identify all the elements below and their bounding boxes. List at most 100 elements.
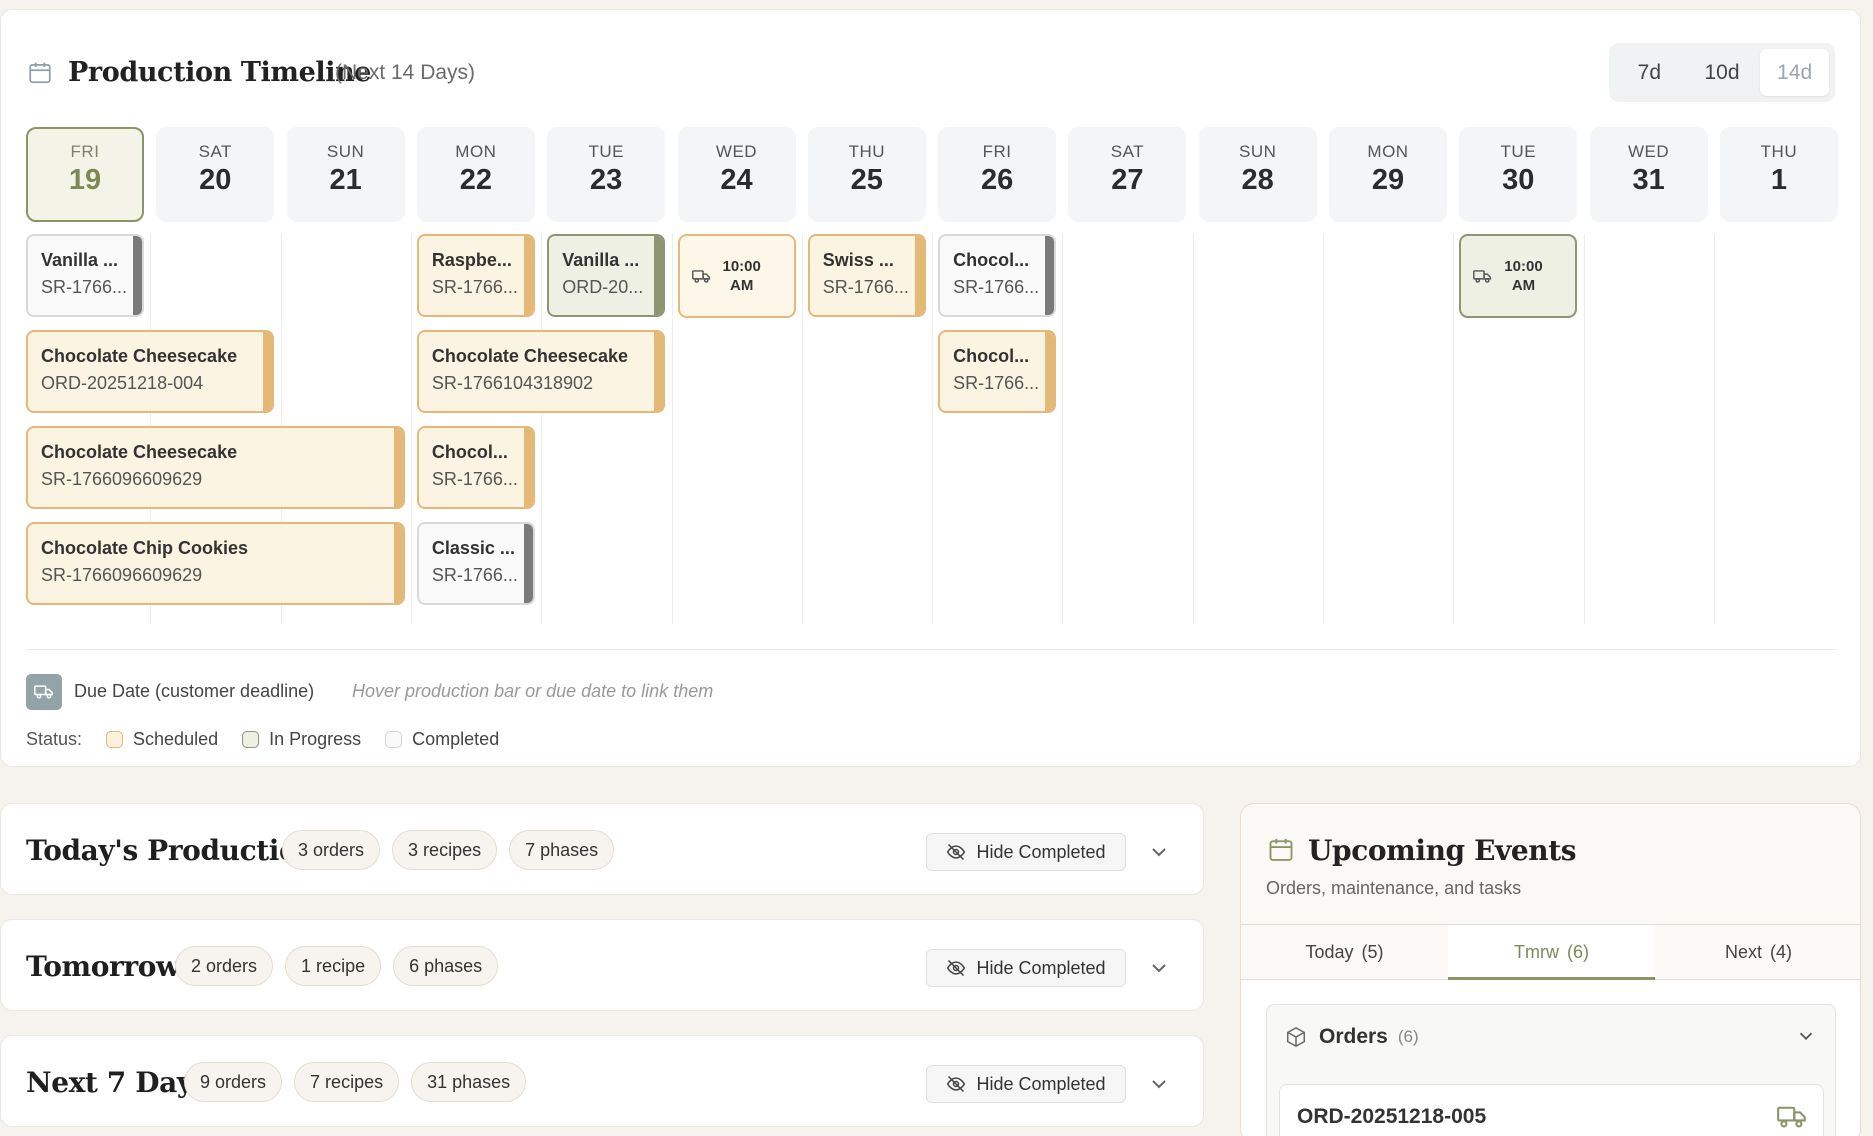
day-number: 27	[1111, 164, 1144, 196]
orders-group: Orders (6) ORD-20251218-005	[1266, 1004, 1836, 1136]
production-bar[interactable]: Raspbe... SR-1766...	[416, 234, 535, 317]
hide-completed-label: Hide Completed	[976, 841, 1106, 862]
eye-off-icon	[947, 959, 966, 977]
tab-label: Tmrw	[1514, 941, 1559, 962]
orders-group-header[interactable]: Orders (6)	[1267, 1005, 1835, 1069]
day-column-8[interactable]: SAT 27	[1068, 127, 1187, 222]
day-column-3[interactable]: MON 22	[416, 127, 535, 222]
bar-reference: SR-1766...	[953, 373, 1040, 393]
tab-count: (6)	[1566, 941, 1589, 962]
bar-title: Chocolate Cheesecake	[431, 346, 628, 366]
order-card[interactable]: ORD-20251218-005	[1279, 1084, 1824, 1136]
day-number: 25	[850, 164, 883, 196]
range-10d-button[interactable]: 10d	[1688, 49, 1757, 96]
due-time: 10:00 AM	[1504, 258, 1543, 294]
completed-swatch	[385, 731, 403, 748]
day-of-week: SAT	[198, 142, 232, 161]
chevron-down-icon[interactable]	[1147, 840, 1171, 864]
due-time: 10:00 AM	[722, 258, 761, 294]
section-stats: 2 orders 1 recipe 6 phases	[175, 946, 499, 986]
due-date-marker[interactable]: 10:00 AM	[677, 234, 796, 318]
day-number: 31	[1632, 164, 1665, 196]
day-column-5[interactable]: WED 24	[677, 127, 796, 222]
events-body: Orders (6) ORD-20251218-005	[1241, 981, 1860, 1136]
production-bar[interactable]: Classic ... SR-1766...	[416, 522, 535, 605]
legend-in-progress: In Progress	[242, 729, 361, 750]
day-column-13[interactable]: THU 1	[1719, 127, 1838, 222]
range-7d-button[interactable]: 7d	[1615, 49, 1684, 96]
day-column-6[interactable]: THU 25	[807, 127, 926, 222]
bar-reference: SR-1766104318902	[431, 373, 594, 393]
grid-line	[1323, 234, 1324, 624]
tab-count: (5)	[1361, 941, 1384, 962]
production-bar[interactable]: Swiss ... SR-1766...	[807, 234, 926, 317]
orders-count-pill: 9 orders	[184, 1062, 283, 1102]
bar-reference: SR-1766...	[41, 277, 128, 297]
legend-hint: Hover production bar or due date to link…	[352, 681, 714, 701]
grid-line	[410, 234, 412, 624]
production-bar[interactable]: Chocolate Cheesecake SR-1766096609629	[26, 426, 405, 509]
legend-completed: Completed	[385, 729, 499, 750]
recipes-count-pill: 3 recipes	[392, 830, 498, 870]
events-subtitle: Orders, maintenance, and tasks	[1266, 878, 1522, 898]
chevron-down-icon[interactable]	[1795, 1025, 1817, 1047]
production-bar[interactable]: Chocolate Cheesecake SR-1766104318902	[416, 330, 666, 413]
day-column-9[interactable]: SUN 28	[1198, 127, 1317, 222]
production-bar[interactable]: Chocolate Cheesecake ORD-20251218-004	[26, 330, 275, 413]
production-bar[interactable]: Chocolate Chip Cookies SR-1766096609629	[26, 522, 405, 605]
orders-group-label: Orders	[1319, 1025, 1388, 1048]
bar-title: Chocolate Cheesecake	[41, 346, 238, 366]
phases-count-pill: 7 phases	[509, 830, 615, 870]
day-column-12[interactable]: WED 31	[1589, 127, 1708, 222]
grid-line	[1453, 234, 1455, 624]
day-column-1[interactable]: SAT 20	[156, 127, 275, 222]
tab-today[interactable]: Today (5)	[1241, 925, 1448, 979]
day-column-4[interactable]: TUE 23	[547, 127, 666, 222]
bar-title: Raspbe...	[431, 250, 512, 270]
tab-next[interactable]: Next (4)	[1655, 925, 1860, 979]
production-bar[interactable]: Vanilla ... ORD-20...	[547, 234, 666, 317]
day-column-7[interactable]: FRI 26	[938, 127, 1057, 222]
production-bar[interactable]: Chocol... SR-1766...	[938, 330, 1057, 413]
chevron-down-icon[interactable]	[1147, 1072, 1171, 1096]
bar-title: Swiss ...	[822, 250, 894, 270]
hide-completed-button[interactable]: Hide Completed	[926, 949, 1126, 987]
day-column-0[interactable]: FRI 19	[26, 127, 144, 222]
truck-icon	[1473, 269, 1492, 283]
section-title: Next 7 Days	[26, 1066, 209, 1099]
day-of-week: FRI	[982, 142, 1012, 161]
production-timeline-card: Production Timeline (Next 14 Days) 7d 10…	[0, 9, 1861, 767]
bar-reference: SR-1766096609629	[41, 469, 203, 489]
production-bar[interactable]: Vanilla ... SR-1766...	[26, 234, 144, 317]
hide-completed-button[interactable]: Hide Completed	[926, 1065, 1126, 1103]
bar-title: Chocol...	[431, 442, 508, 462]
day-of-week: SAT	[1110, 142, 1145, 161]
tab-tmrw[interactable]: Tmrw (6)	[1448, 925, 1655, 980]
day-column-10[interactable]: MON 29	[1329, 127, 1447, 222]
today-production-section: Today's Production 3 orders 3 recipes 7 …	[0, 803, 1204, 895]
status-legend: Status: Scheduled In Progress Completed	[26, 729, 499, 750]
hide-completed-button[interactable]: Hide Completed	[926, 833, 1126, 871]
day-number: 19	[68, 164, 102, 196]
range-14d-button[interactable]: 14d	[1760, 49, 1830, 96]
order-id: ORD-20251218-005	[1297, 1105, 1487, 1128]
day-number: 24	[720, 164, 753, 196]
day-column-2[interactable]: SUN 21	[286, 127, 405, 222]
calendar-icon	[1269, 838, 1293, 861]
production-bar[interactable]: Chocol... SR-1766...	[416, 426, 535, 509]
day-number: 28	[1241, 164, 1274, 196]
eye-off-icon	[947, 843, 966, 861]
bar-title: Chocol...	[953, 250, 1030, 270]
due-date-marker[interactable]: 10:00 AM	[1459, 234, 1578, 318]
production-bar[interactable]: Chocol... SR-1766...	[938, 234, 1057, 317]
bar-title: Chocol...	[953, 346, 1030, 366]
legend-completed-label: Completed	[412, 729, 500, 749]
day-column-11[interactable]: TUE 30	[1459, 127, 1578, 222]
day-of-week: WED	[715, 142, 758, 161]
tomorrow-section: Tomorrow 2 orders 1 recipe 6 phases Hide…	[0, 919, 1204, 1011]
box-icon	[1287, 1026, 1305, 1048]
chevron-down-icon[interactable]	[1147, 956, 1171, 980]
day-of-week: MON	[455, 142, 497, 161]
grid-line	[1713, 234, 1715, 624]
timeline-subtitle: (Next 14 Days)	[335, 61, 476, 84]
